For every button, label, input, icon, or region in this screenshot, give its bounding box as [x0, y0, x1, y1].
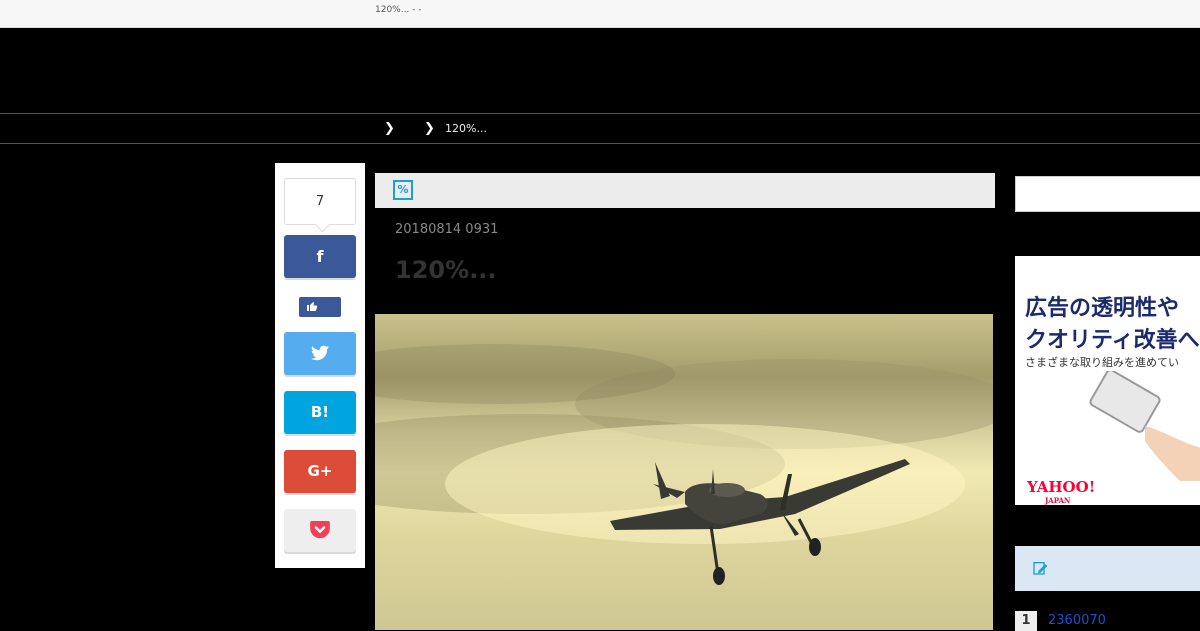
- chevron-right-icon: ❯: [384, 121, 395, 136]
- post-date: 20180814 0931: [395, 222, 499, 237]
- airplane-photo: [375, 344, 993, 585]
- tab-title[interactable]: 120%... - -: [375, 5, 422, 15]
- ad-headline-2: クオリティ改善へ: [1025, 328, 1200, 353]
- breadcrumb-current: 120%...: [445, 122, 487, 135]
- google-plus-share-button[interactable]: G+: [284, 450, 356, 493]
- twitter-share-button[interactable]: [284, 332, 356, 375]
- yahoo-japan-logo: YAHOO! JAPAN: [1027, 478, 1096, 505]
- hatena-label: B!: [310, 403, 330, 421]
- facebook-icon: f: [316, 247, 324, 266]
- share-count: 7: [284, 178, 356, 225]
- ranking-link[interactable]: 2360070: [1048, 613, 1106, 628]
- pocket-save-button[interactable]: [284, 509, 356, 552]
- gplus-label: G+: [307, 462, 333, 480]
- ranking-header: [1015, 546, 1200, 591]
- percent-category-icon[interactable]: %: [393, 180, 413, 200]
- twitter-bird-icon: [311, 345, 329, 361]
- article-title: 120%...: [395, 256, 497, 284]
- pocket-icon: [310, 521, 330, 539]
- browser-tab-bar: 120%... - -: [0, 0, 1200, 28]
- hatena-bookmark-button[interactable]: B!: [284, 391, 356, 434]
- tablet-hand-illustration: [1089, 371, 1200, 481]
- category-bar: %: [375, 173, 995, 208]
- ranking-number: 1: [1015, 611, 1037, 631]
- ad-headline-1: 広告の透明性や: [1025, 296, 1180, 321]
- breadcrumb: ❯ ❯ 120%...: [0, 113, 1200, 144]
- ad-banner[interactable]: 広告の透明性や クオリティ改善へ さまざまな取り組みを進めてい YAHOO! JA…: [1015, 256, 1200, 505]
- share-panel: 7 f B! G+: [275, 163, 365, 568]
- thumbs-up-icon: [307, 302, 318, 311]
- ad-subtext: さまざまな取り組みを進めてい: [1025, 356, 1179, 369]
- chevron-right-icon: ❯: [424, 121, 435, 136]
- hero-image: [375, 314, 993, 630]
- pencil-note-icon: [1032, 560, 1048, 576]
- search-input[interactable]: [1015, 176, 1200, 212]
- facebook-like-button[interactable]: [299, 297, 341, 317]
- ranking-item[interactable]: 1 2360070: [1015, 611, 1200, 631]
- facebook-share-button[interactable]: f: [284, 235, 356, 278]
